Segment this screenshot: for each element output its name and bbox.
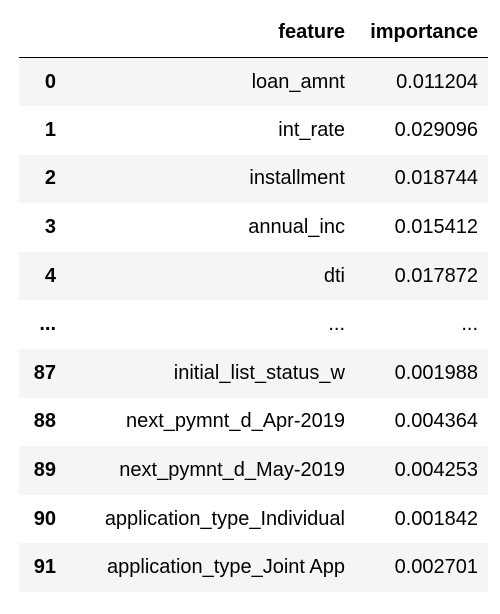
importance-cell: 0.017872 [394,264,478,287]
importance-cell: 0.018744 [394,167,478,190]
table-body: 0 loan_amnt 0.011204 1 int_rate 0.029096… [19,57,488,593]
feature-cell: next_pymnt_d_May-2019 [119,459,345,482]
feature-cell: loan_amnt [251,70,345,93]
row-index: 2 [44,167,56,190]
feature-cell: installment [249,167,345,190]
index-column-header [19,8,77,58]
row-index: 3 [44,216,56,239]
table-row: 88 next_pymnt_d_Apr-2019 0.004364 [19,397,488,447]
table-row: 91 application_type_Joint App 0.002701 [19,543,488,593]
row-index: 88 [33,410,56,433]
table-row: 3 annual_inc 0.015412 [19,203,488,252]
feature-cell: application_type_Joint App [107,556,345,579]
importance-column-header: importance [355,8,488,58]
importance-cell: 0.004364 [394,410,478,433]
table-row: 87 initial_list_status_w 0.001988 [19,349,488,398]
row-index: 89 [33,459,56,482]
row-index: 0 [44,70,56,93]
row-index: 4 [44,264,56,287]
importance-cell: 0.015412 [394,216,478,239]
table-row: 90 application_type_Individual 0.001842 [19,494,488,544]
ellipsis-row: ... ... ... [19,300,488,350]
table-header: feature importance [19,8,488,58]
importance-cell: 0.011204 [396,70,478,93]
feature-cell: ... [328,313,345,336]
row-index: 90 [33,507,56,530]
importance-cell: 0.002701 [394,556,478,579]
row-index: 91 [33,556,56,579]
header-row: feature importance [19,8,488,58]
row-index: 87 [33,361,56,384]
table-row: 2 installment 0.018744 [19,154,488,204]
row-index: 1 [44,118,56,141]
feature-column-header: feature [77,8,355,58]
feature-cell: dti [323,264,345,287]
dataframe-output: feature importance 0 loan_amnt 0.011204 … [0,0,500,614]
importance-cell: 0.001988 [394,361,478,384]
importance-cell: ... [461,313,478,336]
importance-cell: 0.004253 [394,459,478,482]
feature-cell: application_type_Individual [104,507,345,530]
row-index: ... [39,313,56,336]
table-row: 89 next_pymnt_d_May-2019 0.004253 [19,446,488,495]
table-row: 0 loan_amnt 0.011204 [19,57,488,107]
importance-cell: 0.029096 [394,118,478,141]
feature-cell: int_rate [278,118,345,141]
feature-cell: next_pymnt_d_Apr-2019 [125,410,345,433]
feature-cell: annual_inc [248,216,345,239]
feature-cell: initial_list_status_w [173,361,345,384]
feature-importance-table: feature importance 0 loan_amnt 0.011204 … [19,8,488,593]
table-row: 1 int_rate 0.029096 [19,106,488,155]
table-row: 4 dti 0.017872 [19,251,488,301]
importance-cell: 0.001842 [394,507,478,530]
